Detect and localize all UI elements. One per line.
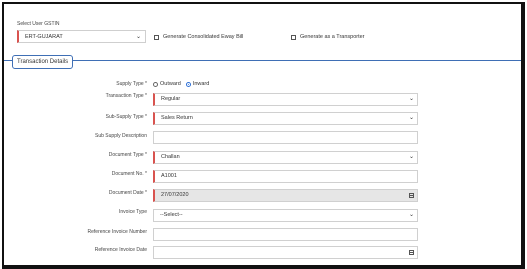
radio-inward[interactable] bbox=[185, 81, 191, 87]
chevron-down-icon: ⌄ bbox=[408, 96, 414, 102]
ref-invoice-date-label: Reference Invoice Date bbox=[94, 247, 147, 253]
sub-supply-desc-label: Sub Supply Description bbox=[95, 133, 147, 139]
chevron-down-icon: ⌄ bbox=[408, 212, 414, 218]
sub-supply-desc-input[interactable] bbox=[153, 131, 418, 144]
chevron-down-icon: ⌄ bbox=[408, 115, 414, 121]
sub-supply-type-label: Sub-Supply Type * bbox=[105, 114, 147, 120]
document-date-value: 27/07/2020 bbox=[161, 192, 189, 198]
document-no-label: Document No. * bbox=[111, 171, 147, 177]
transporter-label: Generate as a Transporter bbox=[300, 34, 365, 40]
chevron-down-icon: ⌄ bbox=[135, 34, 141, 40]
transporter-checkbox[interactable]: Generate as a Transporter bbox=[291, 33, 365, 41]
tab-transaction-details[interactable]: Transaction Details bbox=[12, 55, 74, 69]
supply-type-radio-group: Outward Inward bbox=[153, 81, 214, 87]
sub-supply-type-select[interactable]: Sales Return ⌄ bbox=[153, 112, 418, 125]
checkbox-icon bbox=[154, 34, 159, 40]
document-type-value: Challan bbox=[161, 154, 180, 160]
radio-inward-label: Inward bbox=[192, 81, 210, 87]
radio-outward[interactable] bbox=[153, 81, 158, 87]
section-divider bbox=[4, 60, 521, 61]
gstin-label: Select User GSTIN bbox=[17, 21, 60, 27]
calendar-icon[interactable] bbox=[409, 193, 414, 198]
gstin-select[interactable]: ERT-GUJARAT ⌄ bbox=[17, 30, 146, 43]
eway-bill-form: Select User GSTIN ERT-GUJARAT ⌄ Generate… bbox=[2, 2, 525, 269]
invoice-type-value: --Select-- bbox=[160, 212, 183, 218]
transaction-type-label: Transaction Type * bbox=[105, 93, 147, 99]
ref-invoice-number-input[interactable] bbox=[153, 228, 418, 241]
supply-type-label: Supply Type * bbox=[116, 81, 147, 87]
sub-supply-type-value: Sales Return bbox=[161, 115, 193, 121]
gstin-value: ERT-GUJARAT bbox=[25, 34, 63, 40]
invoice-type-label: Invoice Type bbox=[119, 209, 147, 215]
calendar-icon[interactable] bbox=[409, 250, 414, 255]
invoice-type-select[interactable]: --Select-- ⌄ bbox=[153, 209, 418, 222]
transaction-type-select[interactable]: Regular ⌄ bbox=[153, 93, 418, 106]
radio-outward-label: Outward bbox=[160, 81, 181, 87]
consolidated-label: Generate Consolidated Eway Bill bbox=[163, 34, 244, 40]
document-type-label: Document Type * bbox=[108, 152, 147, 158]
document-type-select[interactable]: Challan ⌄ bbox=[153, 151, 418, 164]
consolidated-checkbox[interactable]: Generate Consolidated Eway Bill bbox=[154, 33, 243, 41]
document-no-input[interactable]: A1001 bbox=[153, 170, 418, 183]
document-date-label: Document Date * bbox=[108, 190, 147, 196]
ref-invoice-number-label: Reference Invoice Number bbox=[87, 229, 147, 235]
chevron-down-icon: ⌄ bbox=[408, 154, 414, 160]
transaction-type-value: Regular bbox=[161, 96, 181, 102]
document-date-input[interactable]: 27/07/2020 bbox=[153, 189, 418, 202]
checkbox-icon bbox=[291, 34, 296, 40]
ref-invoice-date-input[interactable] bbox=[153, 246, 418, 259]
